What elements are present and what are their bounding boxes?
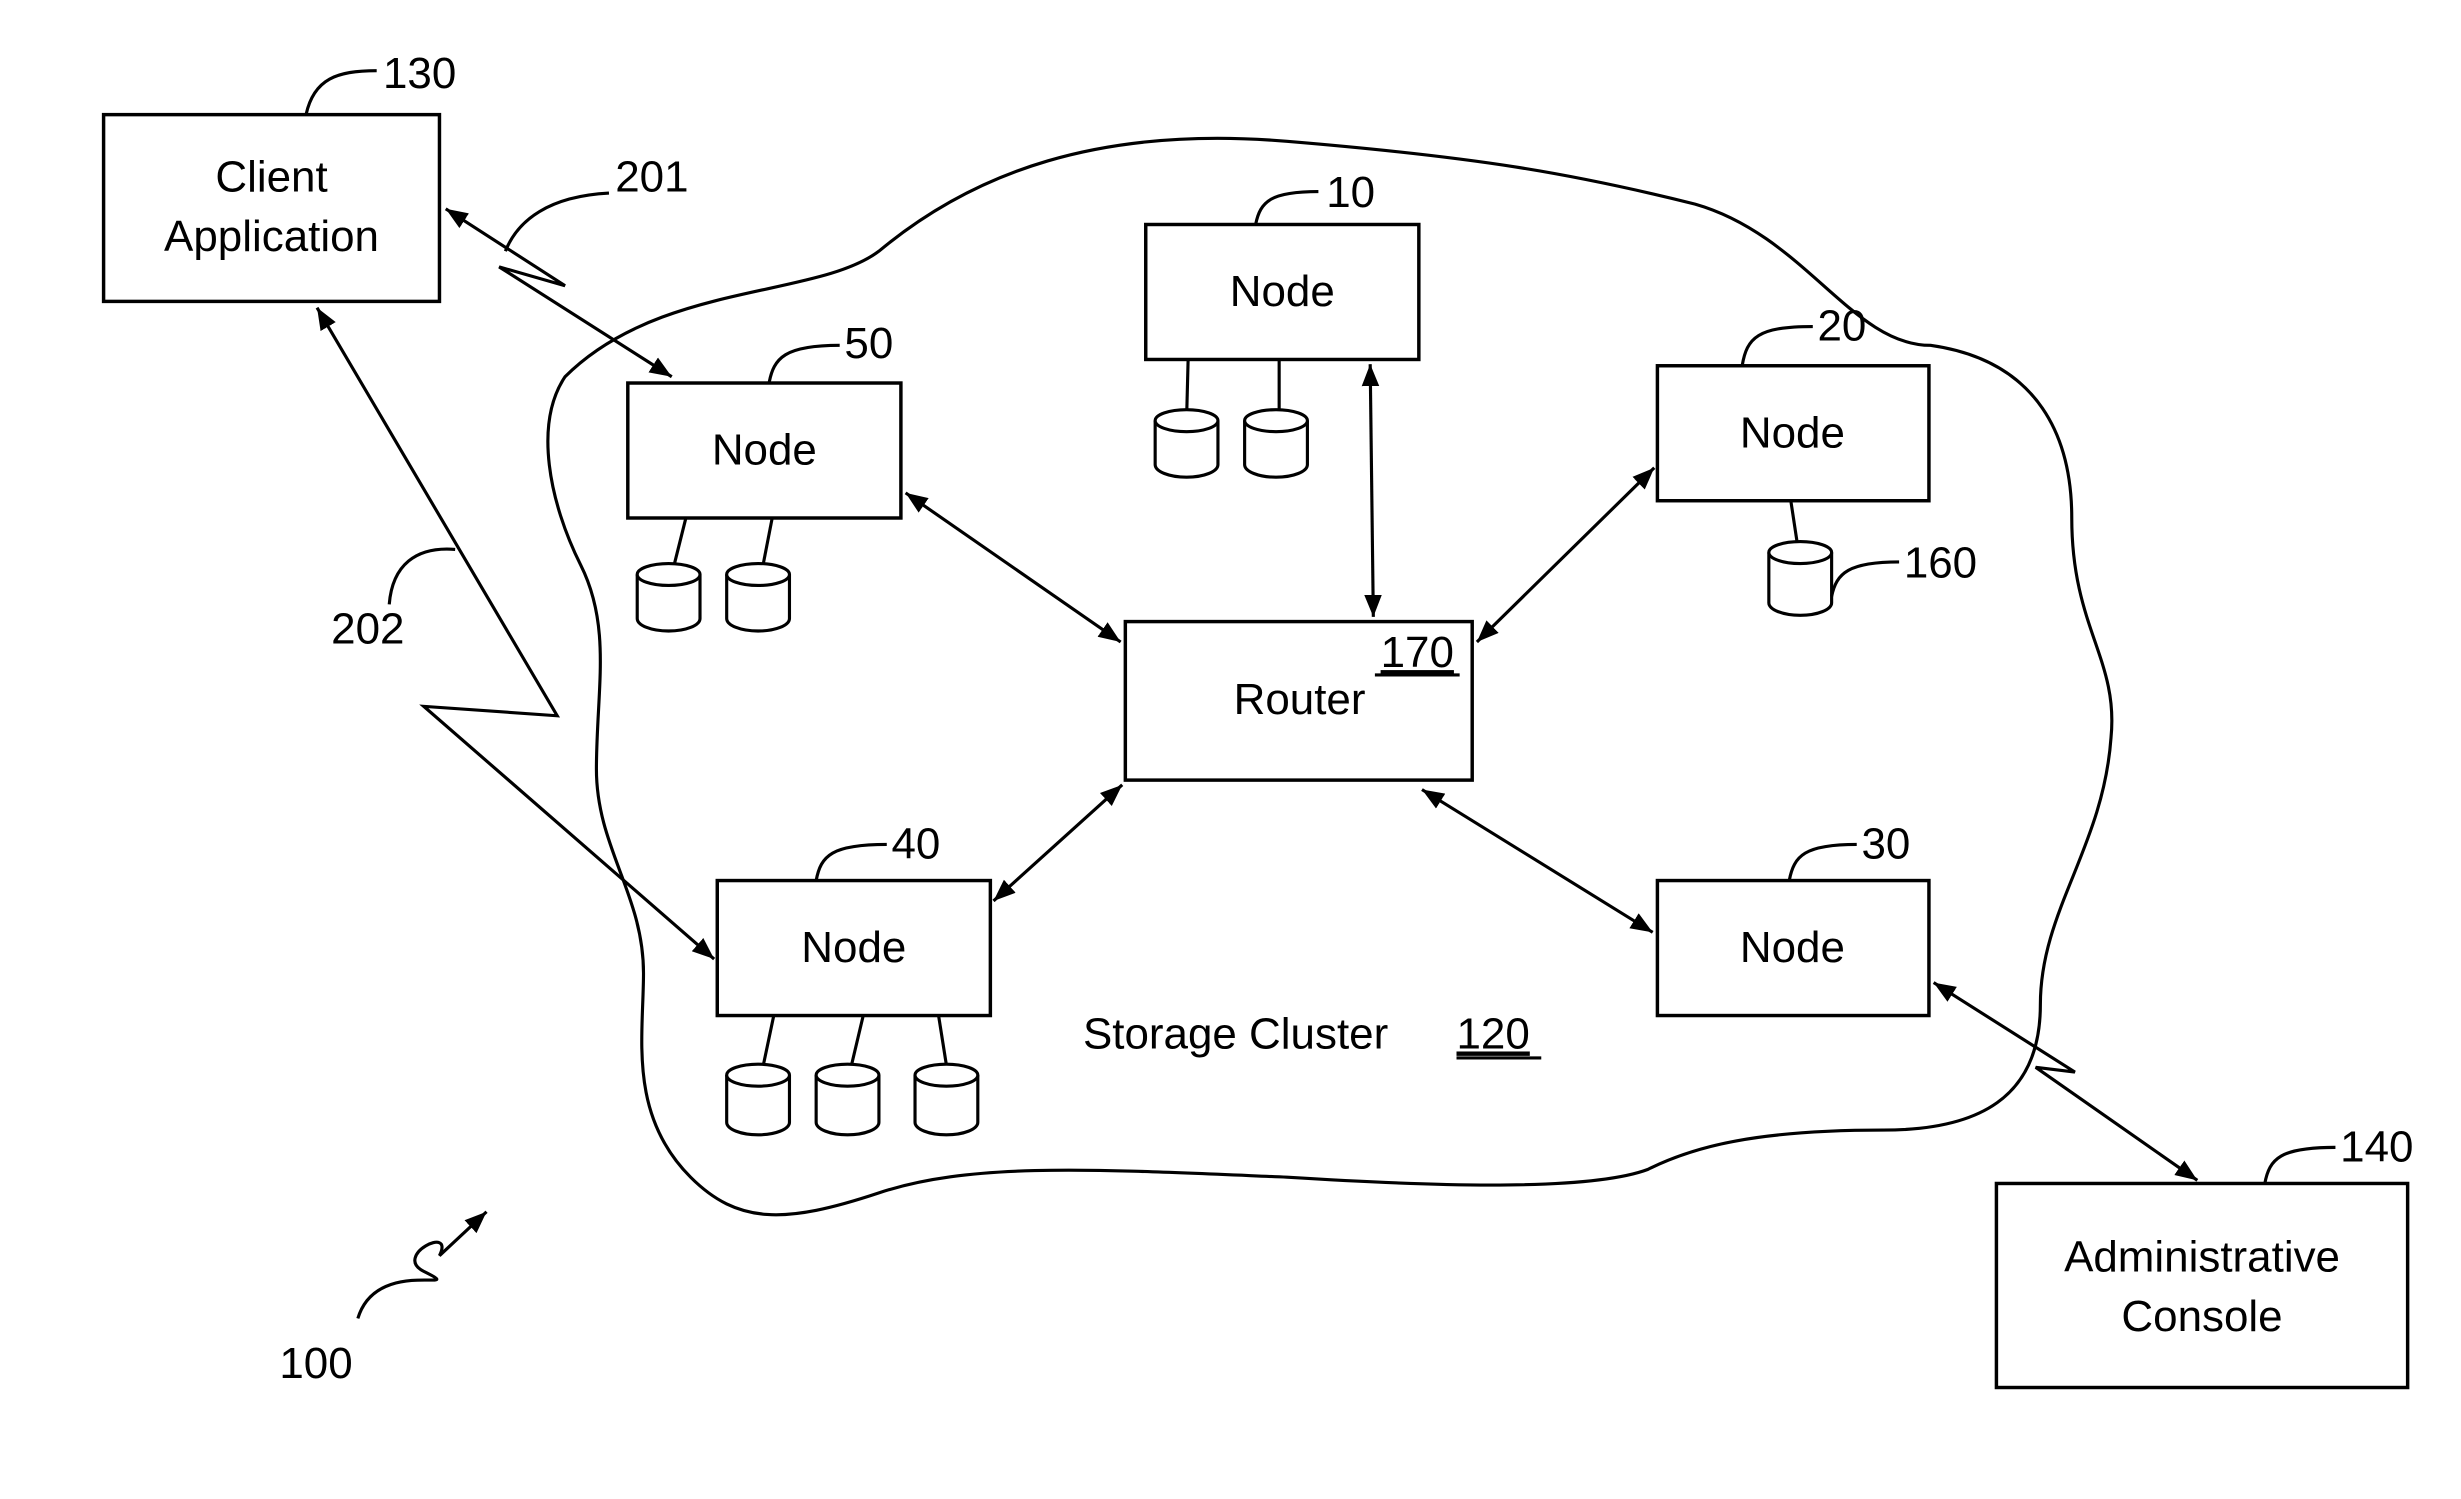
router-label: Router (1234, 675, 1366, 724)
administrative-console-label-line2: Console (2121, 1292, 2282, 1341)
link-node50-router (904, 491, 1122, 644)
node-20-disk (1767, 500, 1834, 617)
administrative-console-label-line1: Administrative (2064, 1232, 2340, 1281)
node-10-disks (1153, 359, 1309, 479)
node-30-label: Node (1740, 923, 1845, 972)
link-node10-router (1361, 364, 1382, 617)
storage-cluster-label: Storage Cluster (1083, 1009, 1388, 1058)
router-ref: 170 (1381, 628, 1454, 677)
link-node30-router (1421, 788, 1654, 934)
link-201-client-node50 (444, 207, 673, 379)
node-10: Node (1144, 222, 1421, 362)
node-10-label: Node (1230, 267, 1335, 316)
node-50-disks (635, 517, 792, 633)
link-201-ref: 201 (615, 153, 688, 202)
link-node20-router (1475, 466, 1656, 644)
storage-cluster-ref: 120 (1457, 1009, 1530, 1058)
client-application-box: Client Application (101, 112, 442, 304)
client-application-label-line1: Client (215, 153, 327, 202)
node-20-label: Node (1740, 408, 1845, 457)
node-20: Node (1655, 364, 1931, 503)
node-40-label: Node (801, 923, 906, 972)
node-10-ref: 10 (1326, 168, 1375, 217)
node-40-disks (725, 1015, 980, 1137)
node-50-label: Node (712, 426, 817, 475)
administrative-console-box: Administrative Console (1994, 1181, 2410, 1390)
administrative-console-ref: 140 (2340, 1122, 2413, 1171)
client-application-ref: 130 (383, 49, 456, 98)
system-ref-indicator (356, 1210, 488, 1319)
storage-cluster-diagram: Client Application 130 Node 10 Node 50 N… (101, 49, 2413, 1390)
system-ref: 100 (279, 1339, 352, 1388)
link-202-ref: 202 (331, 605, 404, 654)
router-box: Router 170 (1123, 619, 1474, 782)
client-application-label-line2: Application (164, 212, 379, 261)
link-node40-router (992, 783, 1124, 903)
link-node30-console (1932, 981, 2199, 1182)
node-20-ref: 20 (1817, 302, 1866, 351)
node-30: Node (1655, 878, 1931, 1018)
node-30-ref: 30 (1861, 820, 1910, 869)
disk-ref: 160 (1904, 539, 1977, 588)
node-40-ref: 40 (891, 820, 940, 869)
node-40: Node (715, 878, 993, 1018)
node-50-ref: 50 (844, 319, 893, 368)
node-50: Node (626, 381, 903, 520)
